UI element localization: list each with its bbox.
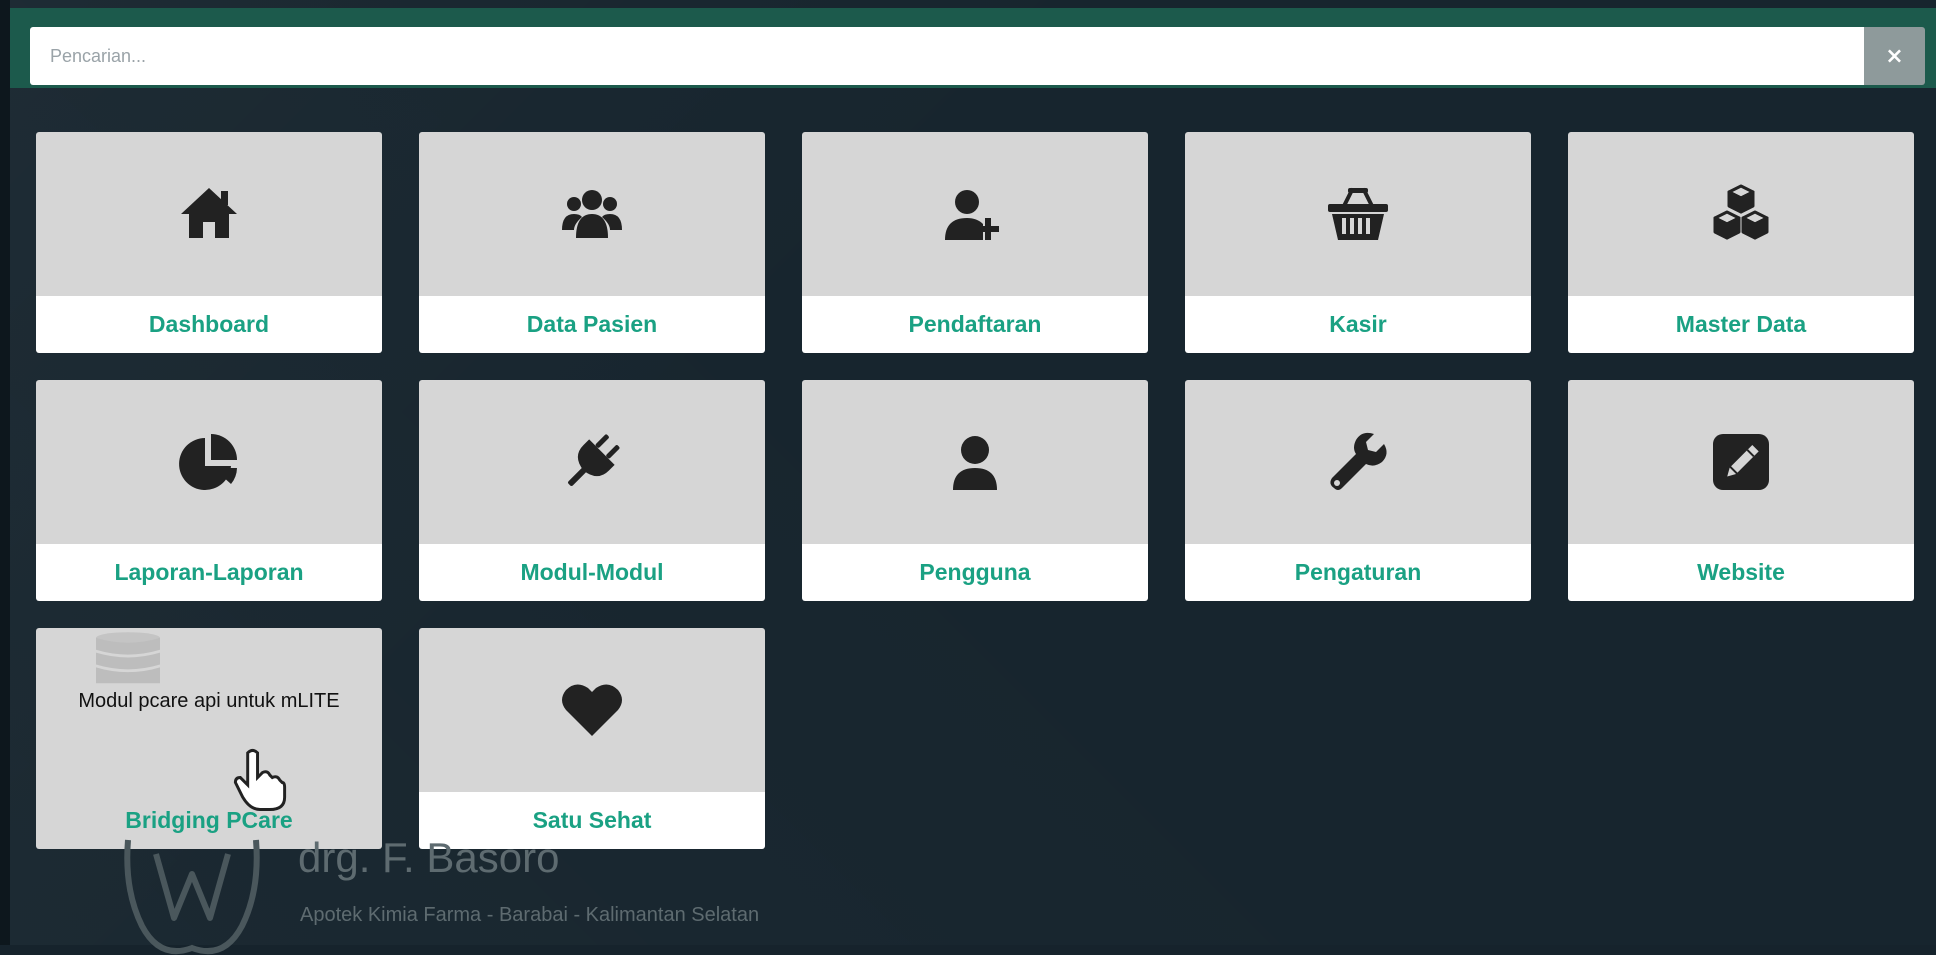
heart-icon xyxy=(562,684,622,736)
basket-icon xyxy=(1328,188,1388,240)
brand-watermark: drg. F. Basoro Apotek Kimia Farma - Bara… xyxy=(120,820,1020,955)
tile-label: Pengaturan xyxy=(1185,544,1531,601)
tile-label: Kasir xyxy=(1185,296,1531,353)
tile-label: Pendaftaran xyxy=(802,296,1148,353)
tile-pendaftaran[interactable]: Pendaftaran xyxy=(802,132,1148,353)
tile-label: Modul-Modul xyxy=(419,544,765,601)
tile-website[interactable]: Website xyxy=(1568,380,1914,601)
tile-icon-area xyxy=(1185,132,1531,296)
window-edge xyxy=(0,0,10,945)
brand-name: drg. F. Basoro xyxy=(298,834,560,881)
close-icon: × xyxy=(1885,43,1904,69)
users-icon xyxy=(562,190,622,238)
tile-icon-area xyxy=(1568,132,1914,296)
tile-icon-area xyxy=(419,380,765,544)
tile-label: Laporan-Laporan xyxy=(36,544,382,601)
tile-icon-area xyxy=(1568,380,1914,544)
database-icon xyxy=(96,632,160,684)
user-icon xyxy=(953,436,997,490)
tile-label: Website xyxy=(1568,544,1914,601)
tooth-logo-icon xyxy=(124,839,260,955)
wrench-icon xyxy=(1330,432,1387,490)
tile-kasir[interactable]: Kasir xyxy=(1185,132,1531,353)
module-grid: Dashboard Data Pasien Pendaftaran Kasir … xyxy=(36,132,1914,849)
cubes-icon xyxy=(1713,184,1769,240)
user-plus-icon xyxy=(945,190,999,240)
tile-tooltip: Modul pcare api untuk mLITE xyxy=(78,690,340,712)
tile-icon-area xyxy=(1185,380,1531,544)
search-input[interactable] xyxy=(30,27,1864,85)
tile-laporan-laporan[interactable]: Laporan-Laporan xyxy=(36,380,382,601)
tile-pengguna[interactable]: Pengguna xyxy=(802,380,1148,601)
tile-satu-sehat[interactable]: Satu Sehat xyxy=(419,628,765,849)
tile-dashboard[interactable]: Dashboard xyxy=(36,132,382,353)
pie-chart-icon xyxy=(179,434,237,490)
tile-icon-area xyxy=(36,132,382,296)
edit-icon xyxy=(1713,434,1769,490)
tile-bridging-pcare[interactable]: Modul pcare api untuk mLITE Bridging PCa… xyxy=(36,628,382,849)
tile-data-pasien[interactable]: Data Pasien xyxy=(419,132,765,353)
tile-pengaturan[interactable]: Pengaturan xyxy=(1185,380,1531,601)
tile-label: Dashboard xyxy=(36,296,382,353)
tile-icon-area xyxy=(802,380,1148,544)
brand-subtitle: Apotek Kimia Farma - Barabai - Kalimanta… xyxy=(300,904,760,926)
tile-modul-modul[interactable]: Modul-Modul xyxy=(419,380,765,601)
tile-label: Data Pasien xyxy=(419,296,765,353)
tile-icon-area xyxy=(802,132,1148,296)
home-icon xyxy=(181,188,237,238)
close-button[interactable]: × xyxy=(1864,27,1925,85)
tile-label: Pengguna xyxy=(802,544,1148,601)
plug-icon xyxy=(568,434,620,486)
tile-icon-area xyxy=(419,132,765,296)
tile-icon-area xyxy=(419,628,765,792)
tile-label: Master Data xyxy=(1568,296,1914,353)
tile-master-data[interactable]: Master Data xyxy=(1568,132,1914,353)
tile-icon-area xyxy=(36,380,382,544)
